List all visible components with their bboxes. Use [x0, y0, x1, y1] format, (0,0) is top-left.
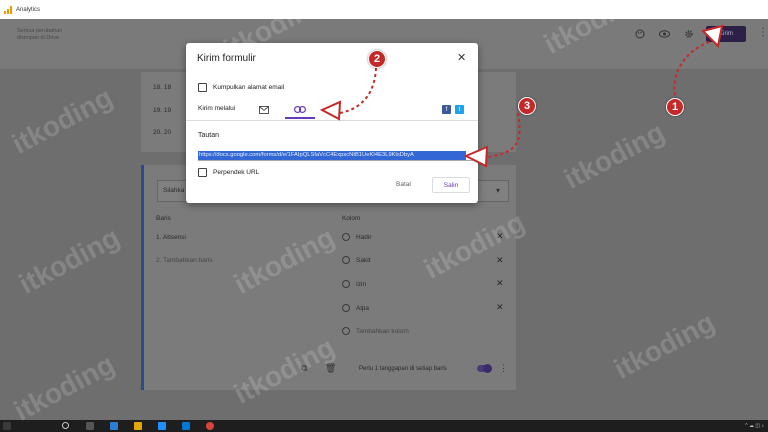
- tab-email[interactable]: [249, 101, 279, 119]
- gear-icon[interactable]: [682, 27, 696, 41]
- row-item[interactable]: 1. Absensi: [156, 234, 186, 241]
- eye-icon[interactable]: [657, 27, 671, 41]
- tab-link[interactable]: [285, 101, 315, 119]
- send-form-dialog: Kirim formulir ✕ Kumpulkan alamat email …: [186, 43, 478, 203]
- analytics-icon: [4, 5, 12, 14]
- grid-row: 18. 18: [153, 84, 172, 91]
- edge-icon[interactable]: [110, 422, 118, 430]
- radio-icon: [342, 280, 350, 288]
- tab-embed[interactable]: ‹›: [321, 101, 351, 119]
- dropdown-caret-icon[interactable]: ▾: [496, 186, 500, 195]
- link-icon: [294, 105, 306, 113]
- radio-icon: [342, 233, 350, 241]
- more-vert-icon[interactable]: ⋮: [758, 27, 768, 38]
- step-badge-3: 3: [518, 97, 536, 115]
- column-item[interactable]: Sakit: [342, 256, 370, 264]
- require-response-label: Perlu 1 tanggapan di setiap baris: [359, 366, 447, 372]
- system-tray[interactable]: ^ ☁ ◫ ♪: [745, 423, 764, 429]
- radio-icon: [342, 256, 350, 264]
- link-heading: Tautan: [198, 132, 220, 139]
- start-icon[interactable]: [3, 422, 11, 430]
- search-icon[interactable]: [62, 422, 69, 429]
- add-column-item[interactable]: Tambahkan kolom: [342, 327, 409, 335]
- divider: [186, 120, 478, 121]
- more-vert-icon[interactable]: ⋮: [499, 363, 508, 374]
- task-view-icon[interactable]: [86, 422, 94, 430]
- checkbox-icon[interactable]: [198, 168, 207, 177]
- link-url-text[interactable]: https://docs.google.com/forms/d/e/1FAIpQ…: [198, 151, 466, 160]
- store-icon[interactable]: [158, 422, 166, 430]
- require-toggle[interactable]: [477, 364, 492, 373]
- checkbox-icon[interactable]: [198, 83, 207, 92]
- watermark-text: itkoding: [8, 348, 120, 427]
- mail-icon[interactable]: [182, 422, 190, 430]
- step-badge-2: 2: [368, 50, 386, 68]
- collect-email-checkbox[interactable]: Kumpulkan alamat email: [198, 83, 284, 92]
- add-row-item[interactable]: 2. Tambahkan baris: [156, 257, 213, 264]
- column-item[interactable]: Hadir: [342, 233, 372, 241]
- send-button[interactable]: Kirim: [706, 26, 746, 42]
- copy-button[interactable]: Salin: [432, 177, 470, 193]
- grid-row: 19. 19: [153, 107, 172, 114]
- bookmarks-bar: Analytics: [0, 0, 768, 19]
- cancel-button[interactable]: Batal: [396, 181, 411, 188]
- radio-icon: [342, 327, 350, 335]
- columns-heading: Kolom: [342, 215, 361, 222]
- chrome-icon[interactable]: [206, 422, 214, 430]
- save-status: Semua perubahan disimpan di Drive: [17, 28, 63, 41]
- send-via-label: Kirim melalui: [198, 105, 236, 112]
- facebook-icon[interactable]: f: [442, 105, 451, 114]
- taskbar: ^ ☁ ◫ ♪: [0, 420, 768, 432]
- watermark-text: itkoding: [13, 221, 125, 300]
- radio-icon: [342, 304, 350, 312]
- close-icon[interactable]: ✕: [457, 51, 466, 64]
- close-icon[interactable]: ✕: [496, 302, 504, 313]
- close-icon[interactable]: ✕: [496, 278, 504, 289]
- bookmark-analytics[interactable]: Analytics: [16, 7, 40, 13]
- step-badge-1: 1: [666, 98, 684, 116]
- embed-icon: ‹›: [333, 105, 339, 115]
- close-icon[interactable]: ✕: [496, 255, 504, 266]
- palette-icon[interactable]: [633, 27, 647, 41]
- twitter-icon[interactable]: t: [455, 105, 464, 114]
- folder-icon[interactable]: [134, 422, 142, 430]
- watermark-text: itkoding: [558, 116, 670, 195]
- watermark-text: itkoding: [6, 81, 118, 160]
- column-item[interactable]: Izin: [342, 280, 366, 288]
- email-icon: [259, 106, 269, 114]
- link-field[interactable]: https://docs.google.com/forms/d/e/1FAIpQ…: [198, 151, 473, 161]
- shorten-url-checkbox[interactable]: Perpendek URL: [198, 168, 259, 177]
- watermark-text: itkoding: [608, 306, 720, 385]
- rows-heading: Baris: [156, 215, 171, 222]
- grid-row: 20. 20: [153, 129, 172, 136]
- column-item[interactable]: Alpa: [342, 304, 369, 312]
